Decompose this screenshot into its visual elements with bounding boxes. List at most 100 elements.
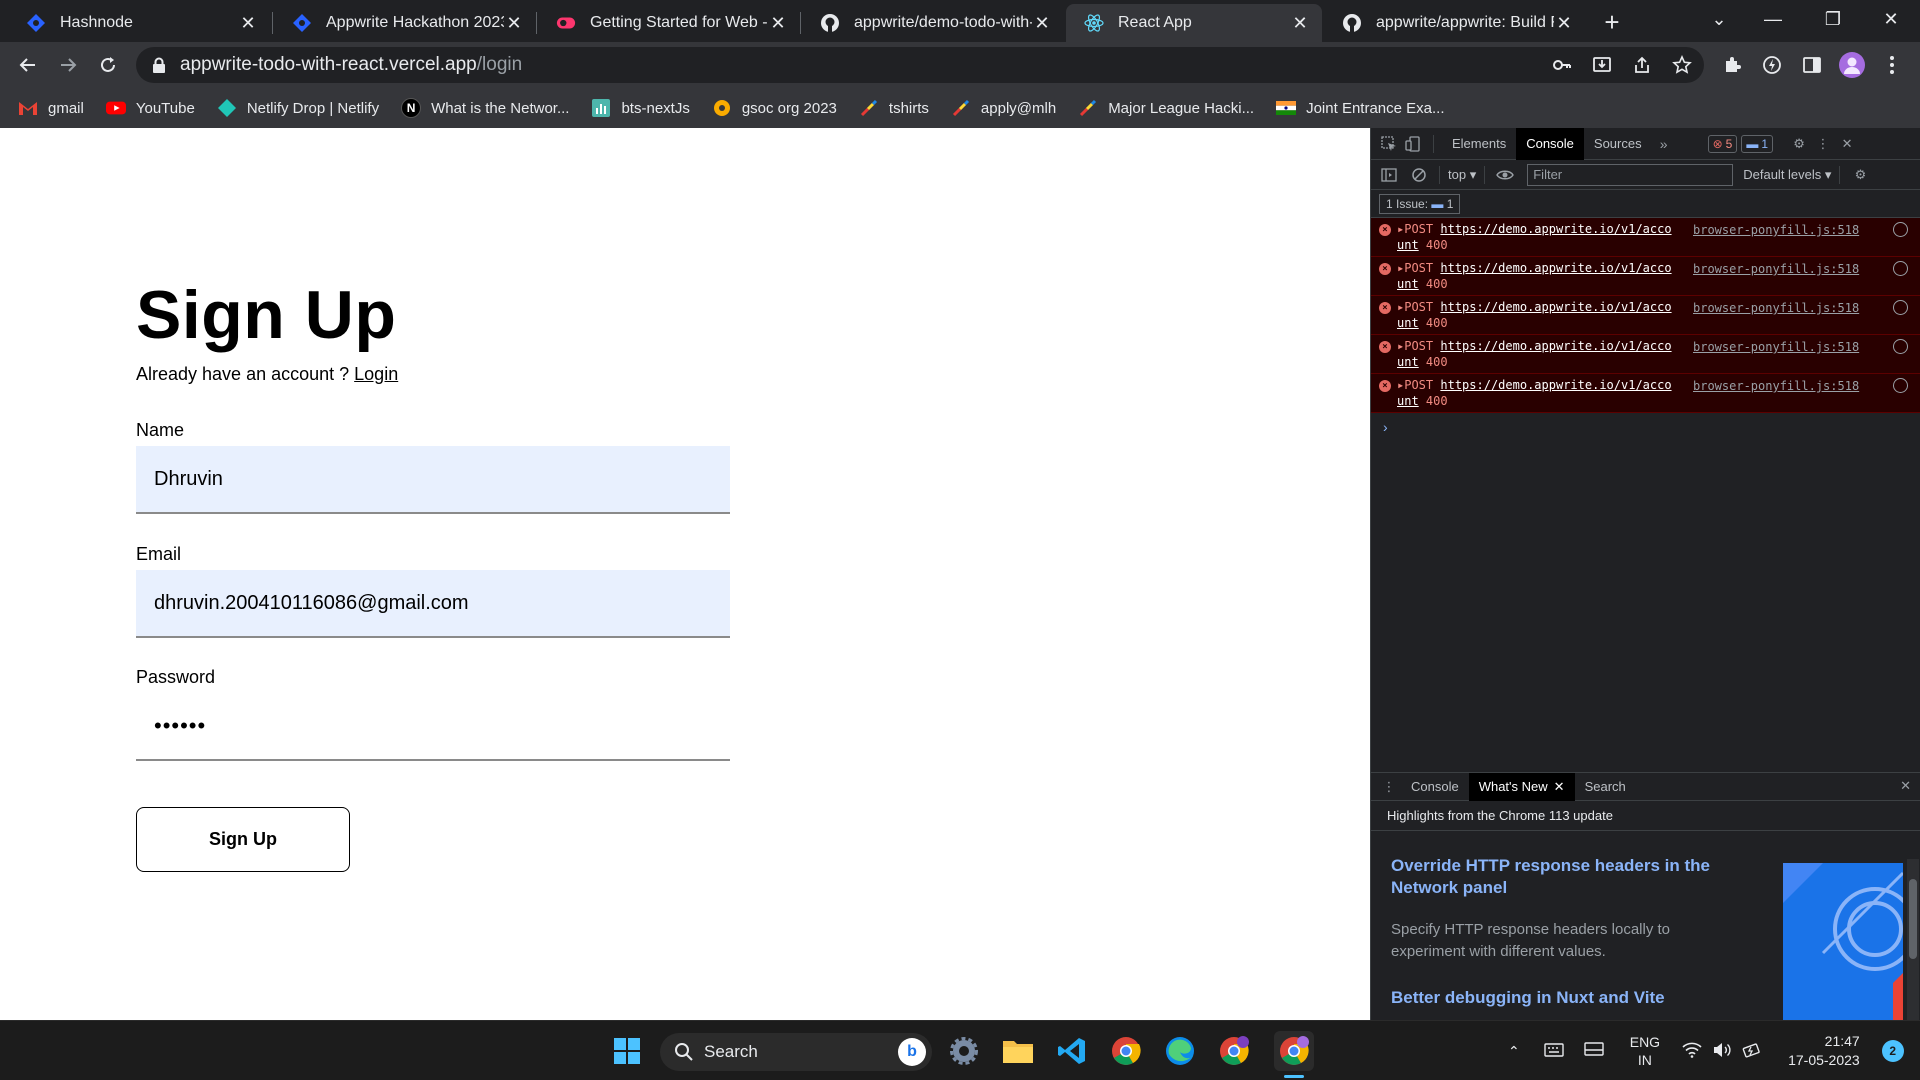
close-drawer-icon[interactable]: ✕ — [1900, 778, 1911, 794]
error-count-badge[interactable]: ⊗ 5 — [1707, 134, 1738, 153]
volume-icon[interactable] — [1712, 1042, 1732, 1061]
language-indicator[interactable]: ENG IN — [1630, 1033, 1660, 1069]
console-error-row[interactable]: × ▸POST https://demo.appwrite.io/v1/acco… — [1371, 296, 1920, 335]
side-panel-icon[interactable] — [1798, 51, 1826, 79]
log-url-cont[interactable]: unt — [1397, 355, 1419, 369]
wifi-icon[interactable] — [1682, 1042, 1702, 1061]
log-url[interactable]: https://demo.appwrite.io/v1/acco — [1440, 339, 1671, 353]
sign-up-button[interactable]: Sign Up — [136, 807, 350, 872]
network-request-icon[interactable] — [1893, 222, 1908, 237]
news-title-1[interactable]: Override HTTP response headers in the Ne… — [1391, 855, 1771, 899]
tab-hashnode[interactable]: Hashnode ✕ — [8, 4, 270, 42]
keyboard-icon[interactable] — [1544, 1042, 1564, 1060]
console-error-row[interactable]: × ▸POST https://demo.appwrite.io/v1/acco… — [1371, 218, 1920, 257]
close-icon[interactable]: ✕ — [768, 13, 788, 33]
inspect-icon[interactable] — [1377, 132, 1401, 156]
tab-appwrite-repo[interactable]: appwrite/appwrite: Build Fa ✕ — [1324, 4, 1586, 42]
network-request-icon[interactable] — [1893, 339, 1908, 354]
log-source[interactable]: browser-ponyfill.js:518 — [1693, 340, 1859, 354]
news-title-2[interactable]: Better debugging in Nuxt and Vite — [1391, 987, 1771, 1009]
extension-icon[interactable] — [1758, 51, 1786, 79]
file-explorer-icon[interactable] — [998, 1031, 1038, 1071]
taskbar-search[interactable]: Search b — [660, 1033, 932, 1071]
close-devtools-icon[interactable]: ✕ — [1835, 132, 1859, 156]
log-source[interactable]: browser-ponyfill.js:518 — [1693, 301, 1859, 315]
log-source[interactable]: browser-ponyfill.js:518 — [1693, 379, 1859, 393]
kebab-icon[interactable]: ⋮ — [1811, 132, 1835, 156]
drawer-tab-console[interactable]: Console — [1401, 773, 1469, 801]
tab-react-app[interactable]: React App ✕ — [1066, 4, 1322, 42]
sidebar-toggle-icon[interactable] — [1377, 163, 1401, 187]
scrollbar-thumb[interactable] — [1909, 879, 1917, 959]
more-tabs-icon[interactable]: » — [1652, 132, 1676, 156]
name-input[interactable]: Dhruvin — [136, 446, 730, 514]
info-count-badge[interactable]: ▬ 1 — [1741, 134, 1774, 153]
share-icon[interactable] — [1628, 51, 1656, 79]
restore-icon[interactable]: ❐ — [1810, 0, 1856, 38]
context-selector[interactable]: top ▾ — [1448, 167, 1476, 183]
bing-icon[interactable]: b — [898, 1038, 926, 1066]
edge-icon[interactable] — [1160, 1031, 1200, 1071]
forward-icon[interactable] — [52, 49, 84, 81]
extensions-icon[interactable] — [1718, 51, 1746, 79]
device-toolbar-icon[interactable] — [1401, 132, 1425, 156]
drawer-menu-icon[interactable]: ⋮ — [1377, 775, 1401, 799]
drawer-tab-whats-new[interactable]: What's New ✕ — [1468, 772, 1575, 801]
log-url-cont[interactable]: unt — [1397, 238, 1419, 252]
chrome-active-icon[interactable] — [1274, 1031, 1314, 1071]
tab-search-chevron-icon[interactable]: ⌄ — [1696, 0, 1742, 38]
display-icon[interactable] — [1584, 1041, 1604, 1061]
console-error-row[interactable]: × ▸POST https://demo.appwrite.io/v1/acco… — [1371, 335, 1920, 374]
avatar[interactable] — [1838, 51, 1866, 79]
window-close-icon[interactable]: ✕ — [1868, 0, 1914, 38]
install-icon[interactable] — [1588, 51, 1616, 79]
back-icon[interactable] — [12, 49, 44, 81]
chrome-icon[interactable] — [1106, 1031, 1146, 1071]
close-icon[interactable]: ✕ — [1554, 13, 1574, 33]
bookmark-jee[interactable]: Joint Entrance Exa... — [1276, 98, 1445, 118]
bookmark-gmail[interactable]: gmail — [18, 98, 84, 118]
eye-icon[interactable] — [1493, 163, 1517, 187]
close-icon[interactable]: ✕ — [504, 13, 524, 33]
close-icon[interactable]: ✕ — [1290, 13, 1310, 33]
log-source[interactable]: browser-ponyfill.js:518 — [1693, 223, 1859, 237]
console-settings-icon[interactable]: ⚙ — [1848, 163, 1872, 187]
console-prompt[interactable]: › — [1371, 413, 1920, 441]
bookmark-netlify[interactable]: Netlify Drop | Netlify — [217, 98, 379, 118]
log-url[interactable]: https://demo.appwrite.io/v1/acco — [1440, 261, 1671, 275]
close-icon[interactable]: ✕ — [1554, 779, 1565, 795]
log-url[interactable]: https://demo.appwrite.io/v1/acco — [1440, 378, 1671, 392]
bookmark-network[interactable]: N What is the Networ... — [401, 98, 569, 118]
log-levels-dropdown[interactable]: Default levels ▾ — [1743, 167, 1831, 183]
log-url-cont[interactable]: unt — [1397, 277, 1419, 291]
settings-icon[interactable]: ⚙ — [1787, 132, 1811, 156]
clock[interactable]: 21:47 17-05-2023 — [1788, 1032, 1860, 1070]
close-icon[interactable]: ✕ — [238, 13, 258, 33]
network-request-icon[interactable] — [1893, 378, 1908, 393]
new-tab-button[interactable]: + — [1598, 7, 1626, 37]
chevron-up-icon[interactable]: ⌃ — [1508, 1043, 1520, 1060]
bookmark-tshirts[interactable]: tshirts — [859, 98, 929, 118]
log-url-cont[interactable]: unt — [1397, 316, 1419, 330]
reload-icon[interactable] — [92, 49, 124, 81]
lock-icon[interactable] — [152, 57, 166, 73]
login-link[interactable]: Login — [354, 364, 398, 384]
clear-console-icon[interactable] — [1407, 163, 1431, 187]
log-url-cont[interactable]: unt — [1397, 394, 1419, 408]
drawer-scrollbar[interactable] — [1907, 859, 1919, 1021]
tab-sources[interactable]: Sources — [1584, 128, 1652, 160]
bookmark-youtube[interactable]: YouTube — [105, 98, 195, 118]
log-url[interactable]: https://demo.appwrite.io/v1/acco — [1440, 300, 1671, 314]
password-input[interactable]: •••••• — [136, 693, 730, 761]
bookmark-apply-mlh[interactable]: apply@mlh — [951, 98, 1056, 118]
address-bar[interactable]: appwrite-todo-with-react.vercel.app/logi… — [136, 47, 1704, 83]
tab-appwrite-hackathon[interactable]: Appwrite Hackathon 2023 - ✕ — [274, 4, 536, 42]
windows-start-icon[interactable] — [607, 1031, 647, 1071]
console-error-row[interactable]: × ▸POST https://demo.appwrite.io/v1/acco… — [1371, 374, 1920, 413]
menu-icon[interactable] — [1878, 51, 1906, 79]
minimize-icon[interactable]: — — [1750, 0, 1796, 38]
vscode-icon[interactable] — [1052, 1031, 1092, 1071]
tab-getting-started[interactable]: Getting Started for Web - D ✕ — [538, 4, 800, 42]
issues-button[interactable]: 1 Issue: ▬ 1 — [1379, 193, 1461, 214]
log-url[interactable]: https://demo.appwrite.io/v1/acco — [1440, 222, 1671, 236]
